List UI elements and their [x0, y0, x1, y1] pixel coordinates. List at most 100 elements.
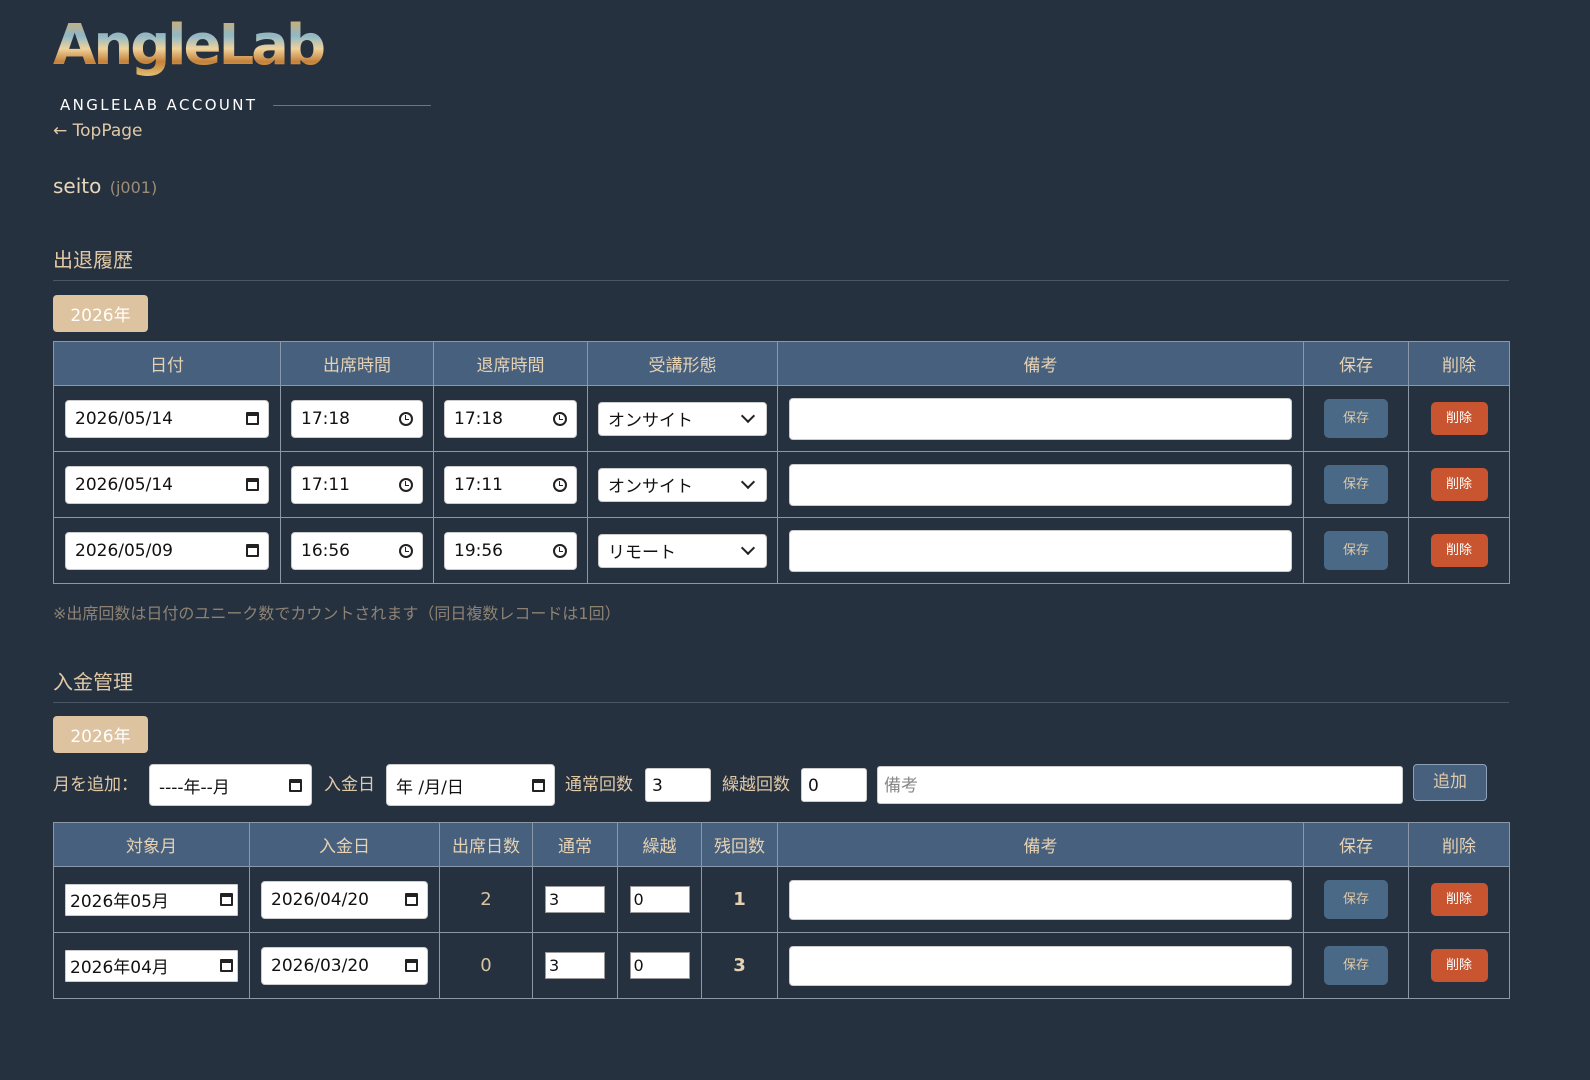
clock-icon: [399, 477, 413, 492]
col-header-attend: 出席日数: [439, 822, 533, 867]
divider: [53, 702, 1509, 703]
col-header-delete: 削除: [1408, 341, 1510, 386]
date-input[interactable]: 2026/05/14: [65, 465, 269, 504]
attendance-title: 出退履歴: [53, 248, 133, 272]
account-label: ANGLELAB ACCOUNT: [60, 96, 258, 114]
mode-select[interactable]: オンサイト: [598, 401, 767, 436]
add-button[interactable]: 追加: [1413, 764, 1487, 801]
payment-year-button[interactable]: 2026年: [53, 716, 148, 753]
calendar-icon: [289, 778, 302, 792]
col-header-carry: 繰越: [617, 822, 702, 867]
save-button[interactable]: 保存: [1324, 880, 1388, 919]
delete-button[interactable]: 削除: [1430, 534, 1488, 567]
clock-icon: [399, 411, 413, 426]
time-value: 17:18: [454, 408, 503, 429]
clock-icon: [399, 543, 413, 558]
in-time-input[interactable]: 16:56: [291, 531, 423, 570]
out-time-input[interactable]: 19:56: [444, 531, 577, 570]
pay-date-input[interactable]: 年 /月/日: [386, 764, 555, 806]
time-value: 17:11: [301, 474, 350, 495]
month-value: ----年--月: [159, 777, 230, 798]
chevron-down-icon: [740, 408, 756, 423]
account-heading-row: ANGLELAB ACCOUNT: [60, 96, 432, 114]
month-input[interactable]: 2026年04月: [65, 949, 238, 982]
date-value: 2026/05/09: [75, 540, 173, 561]
delete-button[interactable]: 削除: [1430, 402, 1488, 435]
pay-date-input[interactable]: 2026/03/20: [261, 946, 428, 985]
out-time-input[interactable]: 17:18: [444, 399, 577, 438]
col-header-normal: 通常: [532, 822, 618, 867]
anglelab-logo: AngleLab: [53, 14, 327, 78]
delete-button[interactable]: 削除: [1430, 883, 1488, 916]
remain-count: 3: [701, 932, 778, 999]
clock-icon: [553, 411, 567, 426]
mode-select[interactable]: オンサイト: [598, 467, 767, 502]
memo-input[interactable]: 備考: [877, 766, 1403, 804]
user-name: seito (j001): [53, 174, 157, 198]
time-value: 17:18: [301, 408, 350, 429]
in-time-input[interactable]: 17:11: [291, 465, 423, 504]
in-time-input[interactable]: 17:18: [291, 399, 423, 438]
save-button[interactable]: 保存: [1324, 465, 1388, 504]
mode-value: オンサイト: [608, 477, 693, 497]
normal-count-input[interactable]: 3: [645, 768, 711, 802]
save-button[interactable]: 保存: [1324, 531, 1388, 570]
normal-input[interactable]: 3: [545, 886, 605, 913]
memo-input[interactable]: [789, 529, 1292, 572]
date-input[interactable]: 2026/05/09: [65, 531, 269, 570]
add-payment-form: 月を追加： ----年--月 入金日 年 /月/日 通常回数 3 繰越回数 0 …: [53, 764, 1509, 806]
delete-button[interactable]: 削除: [1430, 949, 1488, 982]
chevron-down-icon: [740, 474, 756, 489]
month-label: 月を追加：: [53, 775, 138, 795]
attendance-note: ※出席回数は日付のユニーク数でカウントされます（同日複数レコードは1回）: [53, 604, 621, 623]
calendar-icon: [246, 412, 259, 425]
carry-input[interactable]: 0: [629, 952, 690, 979]
date-value: 2026/05/14: [75, 408, 173, 429]
delete-button[interactable]: 削除: [1430, 468, 1488, 501]
mode-value: リモート: [608, 543, 676, 563]
carry-input[interactable]: 0: [629, 886, 690, 913]
col-header-memo: 備考: [777, 822, 1304, 867]
out-time-input[interactable]: 17:11: [444, 465, 577, 504]
col-header-date: 日付: [53, 341, 281, 386]
col-header-memo: 備考: [777, 341, 1304, 386]
payment-table: 対象月 入金日 出席日数 通常 繰越 残回数 備考 保存 削除 2026年05月…: [53, 822, 1510, 999]
normal-input[interactable]: 3: [545, 952, 605, 979]
attendance-year-button[interactable]: 2026年: [53, 295, 148, 332]
month-input[interactable]: 2026年05月: [65, 883, 238, 916]
time-value: 17:11: [454, 474, 503, 495]
payment-title: 入金管理: [53, 670, 133, 694]
clock-icon: [553, 543, 567, 558]
memo-input[interactable]: [789, 879, 1292, 920]
attend-count: 0: [439, 932, 533, 999]
time-value: 16:56: [301, 540, 350, 561]
clock-icon: [553, 477, 567, 492]
carry-count-label: 繰越回数: [722, 775, 790, 795]
month-input[interactable]: ----年--月: [149, 764, 312, 806]
memo-input[interactable]: [789, 945, 1292, 986]
save-button[interactable]: 保存: [1324, 946, 1388, 985]
calendar-icon: [405, 959, 418, 972]
col-header-pay-date: 入金日: [249, 822, 440, 867]
attend-count: 2: [439, 866, 533, 933]
pay-date-label: 入金日: [324, 775, 375, 795]
date-input[interactable]: 2026/05/14: [65, 399, 269, 438]
carry-count-input[interactable]: 0: [801, 768, 867, 802]
col-header-month: 対象月: [53, 822, 250, 867]
divider: [273, 104, 432, 106]
save-button[interactable]: 保存: [1324, 399, 1388, 438]
toppage-link[interactable]: ← TopPage: [53, 121, 143, 141]
svg-text:AngleLab: AngleLab: [53, 14, 324, 78]
month-value: 2026年05月: [70, 892, 169, 912]
table-header-row: 日付 出席時間 退席時間 受講形態 備考 保存 削除: [53, 341, 1510, 386]
attendance-table: 日付 出席時間 退席時間 受講形態 備考 保存 削除 2026/05/14 17…: [53, 341, 1510, 584]
mode-select[interactable]: リモート: [598, 533, 767, 568]
memo-input[interactable]: [789, 397, 1292, 440]
pay-date-input[interactable]: 2026/04/20: [261, 880, 428, 919]
remain-count: 1: [701, 866, 778, 933]
calendar-icon: [246, 544, 259, 557]
table-row: 2026年05月 2026/04/20 2 3 0 1 保存 削除: [53, 866, 1510, 933]
memo-input[interactable]: [789, 463, 1292, 506]
table-row: 2026/05/14 17:18 17:18 オンサイト 保存 削除: [53, 385, 1510, 452]
col-header-save: 保存: [1303, 341, 1409, 386]
